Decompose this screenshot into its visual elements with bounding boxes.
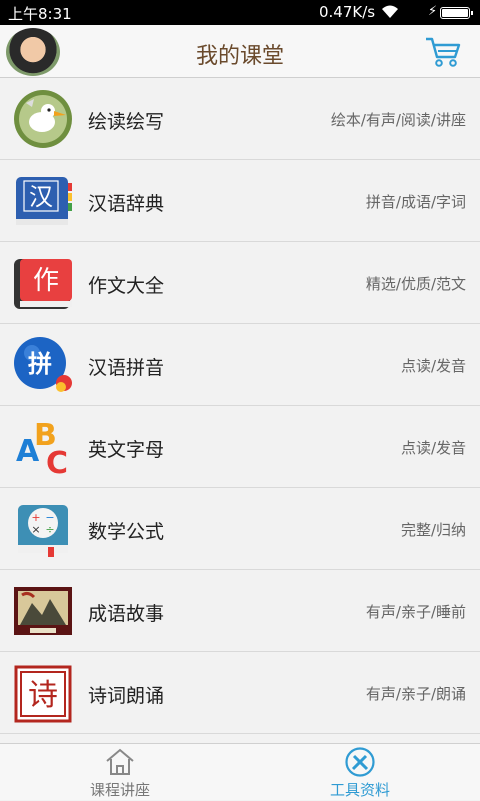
list-item-picture-books[interactable]: 绘读绘写 绘本/有声/阅读/讲座 <box>0 78 480 160</box>
dictionary-book-icon: 汉 <box>16 177 72 225</box>
list-item-tags: 绘本/有声/阅读/讲座 <box>330 111 466 129</box>
list-item-composition[interactable]: 作 作文大全 精选/优质/范文 <box>0 242 480 324</box>
pinyin-ball-icon: 拼 <box>14 337 72 392</box>
list-item-title: 汉语拼音 <box>88 357 165 379</box>
list-item-idiom-stories[interactable]: 成语故事 有声/亲子/睡前 <box>0 570 480 652</box>
list-item-title: 汉语辞典 <box>88 193 165 215</box>
cartoon-bird-icon <box>14 90 72 148</box>
status-bar: 上午8:31 0.47K/s ⚡ <box>0 0 480 25</box>
list-item-poetry-recitation[interactable]: 诗 诗词朗诵 有声/亲子/朗诵 <box>0 652 480 734</box>
list-item-tags: 有声/亲子/睡前 <box>365 603 466 621</box>
abc-letters-icon: A B C <box>16 418 68 477</box>
composition-book-icon: 作 <box>14 259 72 309</box>
tab-label: 课程讲座 <box>89 781 150 799</box>
list-item-math-formulas[interactable]: + − × ÷ 数学公式 完整/归纳 <box>0 488 480 570</box>
list-item-title: 诗词朗诵 <box>88 685 165 707</box>
battery-icon <box>440 7 473 19</box>
svg-text:汉: 汉 <box>29 183 53 211</box>
shopping-cart-icon[interactable] <box>424 36 462 68</box>
svg-text:÷: ÷ <box>45 523 54 536</box>
list-item-pinyin[interactable]: 拼 汉语拼音 点读/发音 <box>0 324 480 406</box>
list-item-title: 数学公式 <box>88 521 165 543</box>
idiom-painting-icon <box>14 587 72 635</box>
tab-tools[interactable]: 工具资料 <box>240 744 480 801</box>
page-title: 我的课堂 <box>195 44 284 69</box>
list-item-tags: 拼音/成语/字词 <box>365 193 466 211</box>
list-item-english-alphabet[interactable]: A B C 英文字母 点读/发音 <box>0 406 480 488</box>
svg-text:作: 作 <box>33 266 59 296</box>
pencil-ruler-icon <box>345 747 375 777</box>
list-item-tags: 完整/归纳 <box>400 521 466 539</box>
network-speed: 0.47K/s <box>319 3 376 21</box>
list-item-title: 英文字母 <box>88 439 165 461</box>
header: 我的课堂 <box>0 25 480 78</box>
house-icon <box>106 748 134 775</box>
svg-text:诗: 诗 <box>28 678 58 713</box>
tab-courses[interactable]: 课程讲座 <box>0 744 240 801</box>
svg-text:×: × <box>31 523 40 536</box>
list-item-title: 绘读绘写 <box>88 111 165 133</box>
list-item-tags: 点读/发音 <box>400 439 466 457</box>
poetry-seal-icon: 诗 <box>14 665 72 723</box>
svg-text:C: C <box>46 446 68 477</box>
tab-label: 工具资料 <box>329 781 390 799</box>
charging-icon: ⚡ <box>428 4 438 19</box>
svg-text:拼: 拼 <box>28 350 52 378</box>
list-item-chinese-dictionary[interactable]: 汉 汉语辞典 拼音/成语/字词 <box>0 160 480 242</box>
math-book-icon: + − × ÷ <box>18 505 68 557</box>
wifi-icon <box>382 5 398 18</box>
status-time: 上午8:31 <box>8 5 72 23</box>
list-item-tags: 点读/发音 <box>400 357 466 375</box>
bottom-nav: 课程讲座 工具资料 <box>0 743 480 800</box>
list-item-tags: 精选/优质/范文 <box>365 275 466 293</box>
list-item-title: 作文大全 <box>88 275 165 297</box>
list-item-tags: 有声/亲子/朗诵 <box>365 685 466 703</box>
list-item-title: 成语故事 <box>88 603 165 625</box>
